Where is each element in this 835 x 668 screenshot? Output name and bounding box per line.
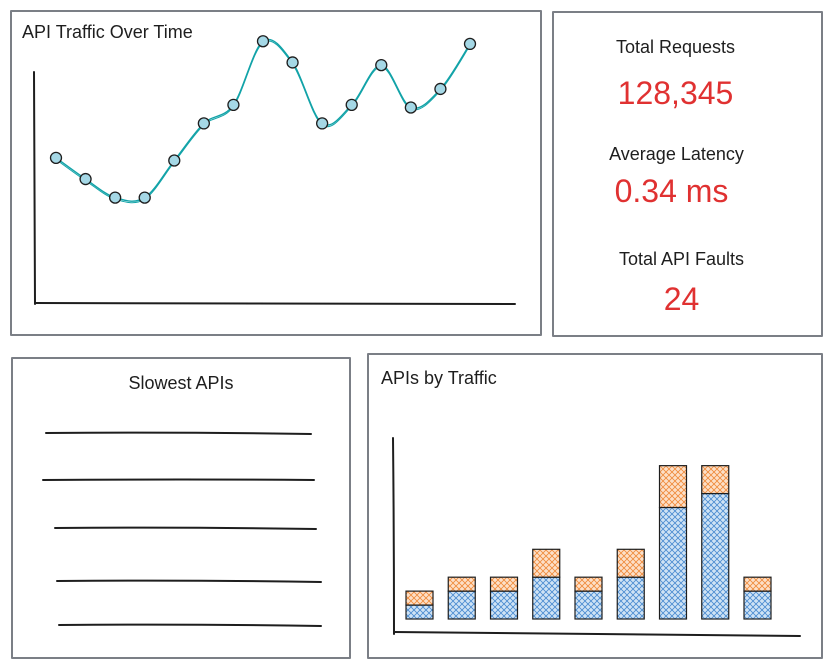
average-latency-label: Average Latency	[609, 144, 744, 164]
traffic-panel: API Traffic Over Time	[10, 10, 542, 336]
traffic-data-point	[108, 191, 122, 204]
traffic-data-point	[49, 151, 63, 165]
traffic-line-chart	[33, 35, 516, 305]
traffic-y-axis	[33, 71, 36, 305]
bar-segment-upper	[405, 590, 434, 606]
total-faults-value: 24	[663, 281, 700, 317]
traffic-data-point	[315, 117, 329, 130]
slowest-apis-panel: Slowest APIs	[11, 357, 351, 659]
apis-y-axis	[392, 437, 395, 635]
list-item	[45, 431, 312, 435]
apis-bar-chart	[392, 437, 801, 637]
apis-x-axis	[393, 631, 801, 637]
stats-panel: Total Requests 128,345 Average Latency 0…	[552, 11, 823, 337]
list-item	[54, 526, 317, 530]
bar-segment-upper	[616, 548, 645, 578]
traffic-series-line	[55, 40, 471, 204]
bar-segment-lower	[447, 590, 476, 620]
total-faults-label: Total API Faults	[618, 249, 745, 269]
bar-segment-lower	[489, 590, 519, 620]
list-item	[56, 579, 322, 583]
bar-segment-upper	[489, 576, 519, 592]
traffic-data-point	[404, 101, 418, 114]
bar-segment-upper	[658, 465, 688, 509]
total-requests-value: 128,345	[617, 75, 734, 111]
traffic-data-point	[168, 154, 181, 167]
traffic-series-line	[55, 38, 471, 202]
traffic-data-point	[375, 58, 388, 72]
traffic-data-point	[138, 191, 151, 204]
traffic-data-point	[227, 98, 240, 111]
traffic-data-point	[286, 56, 299, 69]
bar-segment-lower	[658, 506, 688, 620]
traffic-data-point	[79, 172, 92, 186]
traffic-data-point	[256, 35, 270, 48]
traffic-data-point	[197, 117, 211, 130]
bar-segment-upper	[574, 576, 603, 592]
slowest-apis-list	[42, 431, 322, 627]
bar-segment-upper	[743, 576, 772, 592]
bar-segment-upper	[447, 576, 476, 592]
traffic-data-point	[345, 98, 358, 111]
apis-by-traffic-panel: APIs by Traffic	[367, 353, 823, 659]
bar-segment-upper	[532, 548, 561, 578]
bar-segment-lower	[532, 576, 561, 620]
average-latency-value: 0.34 ms	[614, 173, 729, 209]
total-requests-label: Total Requests	[615, 37, 736, 57]
bar-segment-lower	[743, 590, 772, 620]
list-item	[58, 623, 322, 627]
bar-segment-lower	[701, 492, 730, 620]
bar-segment-lower	[405, 604, 434, 620]
traffic-data-point	[463, 37, 477, 51]
bar-segment-lower	[574, 590, 603, 620]
bar-segment-lower	[616, 576, 645, 620]
traffic-data-point	[434, 82, 447, 96]
bar-segment-upper	[701, 465, 730, 495]
traffic-x-axis	[34, 302, 516, 305]
list-item	[42, 478, 315, 481]
